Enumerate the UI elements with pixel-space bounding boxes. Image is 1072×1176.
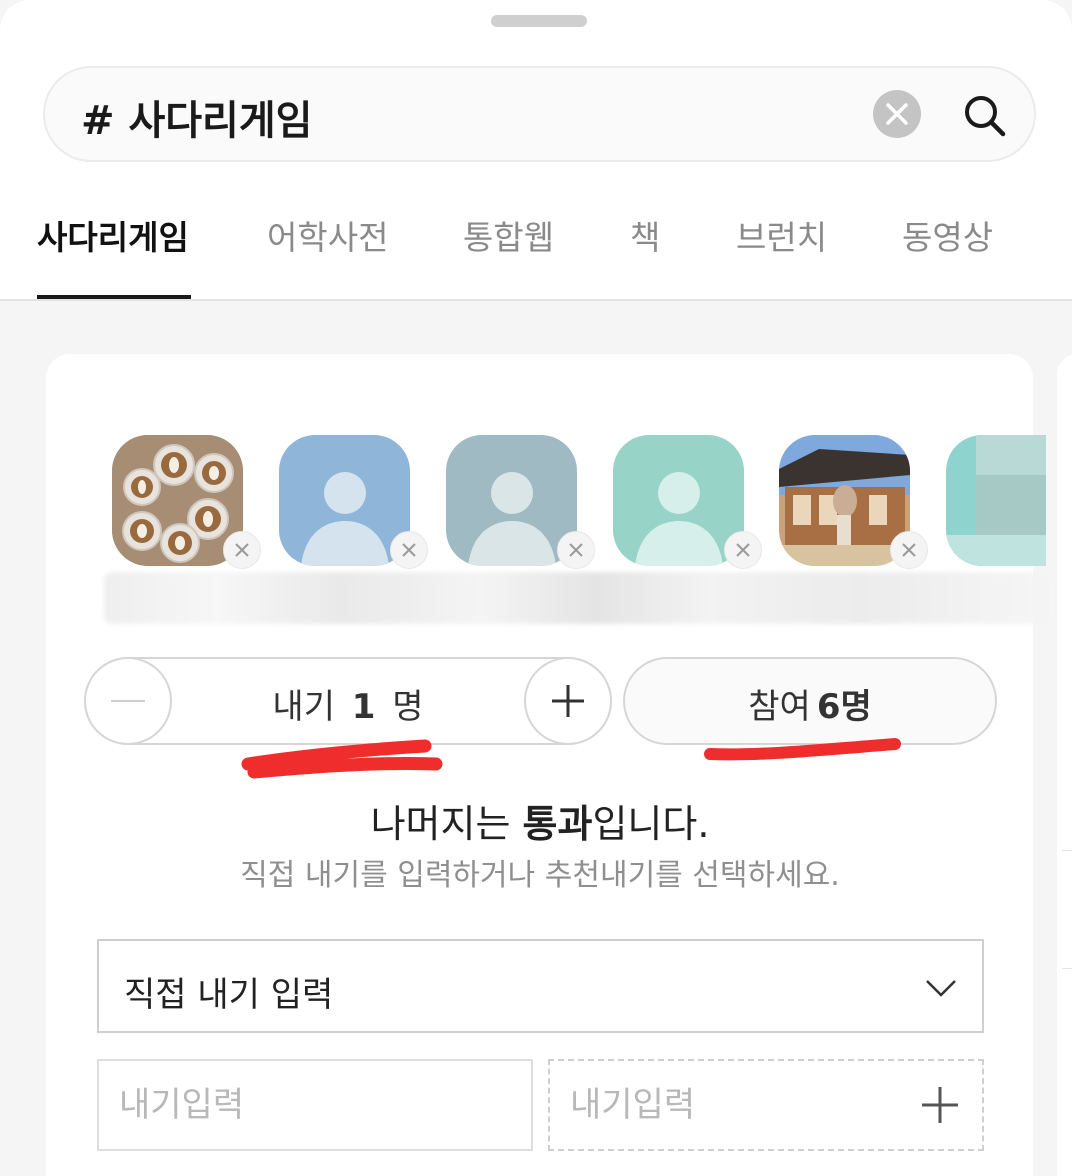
close-icon <box>402 543 416 557</box>
remove-participant-button[interactable] <box>390 531 428 569</box>
red-underline-annotation <box>704 738 901 761</box>
participant-item[interactable] <box>779 435 928 569</box>
tab-brunch[interactable]: 브런치 <box>736 211 827 259</box>
plus-icon <box>552 685 584 717</box>
divider <box>1062 968 1072 969</box>
remove-participant-button[interactable] <box>724 531 762 569</box>
chevron-down-icon <box>926 980 956 997</box>
tab-video[interactable]: 동영상 <box>902 211 993 259</box>
bet-count-stepper: 내기 1 명 <box>84 657 612 745</box>
tab-ladder-game[interactable]: 사다리게임 <box>37 211 189 259</box>
participant-count-text: 참여 6명 <box>625 679 995 728</box>
next-card-peek[interactable] <box>1057 354 1072 1176</box>
search-query-text[interactable]: # 사다리게임 <box>81 88 312 146</box>
plus-icon <box>922 1087 958 1123</box>
tab-divider <box>0 299 1072 301</box>
close-icon <box>569 543 583 557</box>
participant-count-button[interactable]: 참여 6명 <box>623 657 997 745</box>
increase-bet-button[interactable] <box>524 657 612 745</box>
bet-input-add-row <box>548 1059 984 1151</box>
blurred-photo <box>946 435 1046 566</box>
search-tabs: 사다리게임 어학사전 통합웹 책 브런치 동영상 <box>0 205 1072 300</box>
bet-input-1[interactable] <box>97 1059 533 1151</box>
clear-search-button[interactable] <box>873 90 921 138</box>
participant-item[interactable] <box>112 435 261 569</box>
result-message: 나머지는 통과입니다. <box>370 802 710 846</box>
remove-participant-button[interactable] <box>890 531 928 569</box>
tab-books[interactable]: 책 <box>630 211 660 259</box>
hint-text: 직접 내기를 입력하거나 추천내기를 선택하세요. <box>240 858 840 893</box>
bet-label: 내기 <box>272 687 335 727</box>
bet-type-value: 직접 내기 입력 <box>124 975 334 1015</box>
remove-participant-button[interactable] <box>223 531 261 569</box>
participant-names-redacted <box>104 572 1049 624</box>
tab-web[interactable]: 통합웹 <box>463 211 554 259</box>
close-icon <box>902 543 916 557</box>
search-bar[interactable]: # 사다리게임 <box>43 66 1036 162</box>
close-icon <box>235 543 249 557</box>
participant-item[interactable] <box>279 435 428 569</box>
search-button[interactable] <box>959 90 1011 142</box>
bet-input-2[interactable] <box>550 1061 910 1149</box>
close-icon <box>736 543 750 557</box>
bet-count-value: 1 <box>351 687 376 727</box>
bet-type-select[interactable]: 직접 내기 입력 <box>97 939 984 1033</box>
participant-item[interactable] <box>446 435 595 569</box>
tab-dictionary[interactable]: 어학사전 <box>267 211 388 259</box>
participant-item[interactable] <box>946 435 1046 566</box>
add-bet-button[interactable] <box>920 1085 960 1125</box>
join-label: 참여 <box>748 687 811 727</box>
sheet-drag-handle[interactable] <box>491 15 587 27</box>
bet-unit: 명 <box>392 687 424 727</box>
search-icon <box>965 96 1006 137</box>
remove-participant-button[interactable] <box>557 531 595 569</box>
avatar <box>946 435 1046 566</box>
join-count-value: 6명 <box>816 687 872 727</box>
close-icon <box>886 103 908 125</box>
participant-item[interactable] <box>613 435 762 569</box>
red-underline-annotation <box>241 739 443 779</box>
